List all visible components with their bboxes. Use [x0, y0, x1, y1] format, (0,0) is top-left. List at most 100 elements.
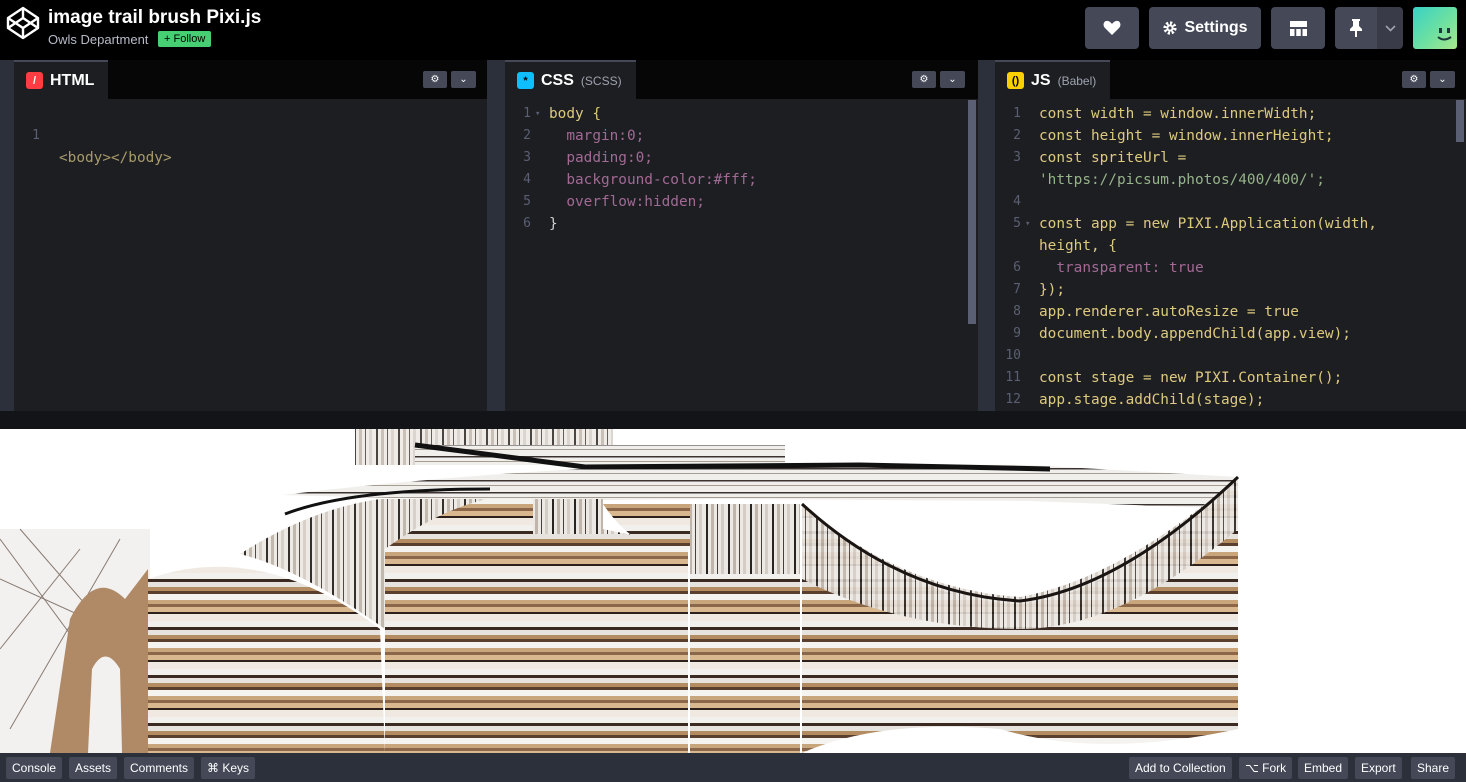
code-text: app.stage.addChild(stage); [1039, 392, 1265, 408]
pixi-canvas-render [0, 429, 1240, 753]
line-number: 10 [1005, 348, 1021, 363]
html-editor-pane: / HTML ⚙ ⌄ 1 <body></body> [14, 60, 487, 411]
line-number: 11 [1005, 370, 1021, 385]
embed-button[interactable]: Embed [1298, 757, 1349, 779]
line-number: 2 [523, 128, 531, 143]
js-braces-icon: () [1007, 72, 1024, 89]
line-number: 6 [1013, 260, 1021, 275]
keys-button[interactable]: ⌘ Keys [201, 757, 256, 779]
code-text: transparent: true [1039, 260, 1204, 276]
line-number: 12 [1005, 392, 1021, 407]
fork-button[interactable]: ⌥ Fork [1239, 757, 1293, 779]
chevron-down-icon: ⌄ [948, 74, 957, 85]
js-tab-label: JS [1031, 71, 1051, 89]
code-text: const height = window.innerHeight; [1039, 128, 1334, 144]
js-code[interactable]: 1 const width = window.innerWidth; 2 const … [995, 99, 1466, 411]
preview-output[interactable] [0, 429, 1466, 753]
code-text: margin:0; [549, 128, 645, 144]
codepen-logo-icon[interactable] [6, 6, 40, 40]
html-slash-icon: / [26, 72, 43, 89]
line-number: 5 [1013, 216, 1021, 231]
avatar-face-icon [1437, 28, 1452, 41]
code-text: const spriteUrl = [1039, 150, 1187, 166]
js-scrollbar[interactable] [1456, 100, 1464, 142]
js-pane-header: () JS (Babel) ⚙ ⌄ [995, 60, 1466, 99]
code-text: 'https://picsum.photos/400/400/'; [1039, 172, 1325, 188]
css-tab-label: CSS [541, 71, 574, 89]
author-name[interactable]: Owls Department [48, 32, 148, 47]
chevron-down-icon: ⌄ [459, 74, 468, 85]
line-number: 1 [1013, 106, 1021, 121]
settings-button[interactable]: Settings [1149, 7, 1261, 49]
js-settings-button[interactable]: ⚙ [1402, 71, 1426, 88]
user-avatar[interactable] [1413, 7, 1457, 49]
fold-arrow-icon[interactable]: ▾ [1025, 213, 1030, 235]
gear-icon: ⚙ [919, 74, 929, 85]
line-number: 6 [523, 216, 531, 231]
chevron-down-icon [1384, 24, 1396, 32]
change-view-button[interactable] [1271, 7, 1325, 49]
follow-button[interactable]: + Follow [158, 31, 212, 47]
html-tab-label: HTML [50, 71, 95, 89]
html-pane-header: / HTML ⚙ ⌄ [14, 60, 487, 99]
line-number: 2 [1013, 128, 1021, 143]
app-header: image trail brush Pixi.js Owls Departmen… [0, 0, 1466, 60]
tab-html[interactable]: / HTML [14, 60, 109, 99]
css-code[interactable]: 1 ▾ body { 2 margin:0; 3 padding:0; 4 back… [505, 99, 978, 411]
heart-icon [1103, 20, 1121, 35]
settings-label: Settings [1184, 19, 1248, 36]
add-to-collection-button[interactable]: Add to Collection [1129, 757, 1232, 779]
code-line: 1 <body></body> [14, 103, 171, 166]
line-number: 4 [1013, 194, 1021, 209]
pin-icon [1350, 19, 1362, 37]
line-number: 9 [1013, 326, 1021, 341]
css-pane-header: * CSS (SCSS) ⚙ ⌄ [505, 60, 978, 99]
line-number: 8 [1013, 304, 1021, 319]
css-settings-button[interactable]: ⚙ [912, 71, 936, 88]
code-text: }); [1039, 282, 1065, 298]
css-scrollbar[interactable] [968, 100, 976, 324]
resize-divider[interactable] [0, 411, 1466, 429]
gear-icon: ⚙ [430, 74, 440, 85]
comments-button[interactable]: Comments [124, 757, 195, 779]
pen-title[interactable]: image trail brush Pixi.js [48, 7, 261, 29]
layout-grid-icon [1289, 20, 1307, 36]
export-button[interactable]: Export [1355, 757, 1402, 779]
html-settings-button[interactable]: ⚙ [423, 71, 447, 88]
code-text: body { [549, 106, 601, 122]
pin-dropdown-button[interactable] [1377, 7, 1403, 49]
line-number: 5 [523, 194, 531, 209]
assets-button[interactable]: Assets [69, 757, 118, 779]
code-text: const stage = new PIXI.Container(); [1039, 370, 1343, 386]
css-editor-pane: * CSS (SCSS) ⚙ ⌄ 1 ▾ body { 2 margin:0; 3 … [505, 60, 978, 411]
html-code[interactable]: 1 <body></body> [14, 99, 487, 411]
code-text: background-color:#fff; [549, 172, 757, 188]
code-text: padding:0; [549, 150, 653, 166]
css-tab-preprocessor: (SCSS) [580, 73, 622, 88]
code-text: app.renderer.autoResize = true [1039, 304, 1299, 320]
code-text: <body></body> [59, 150, 172, 166]
bottom-toolbar: Console Assets Comments ⌘ Keys Add to Co… [0, 753, 1466, 782]
fold-arrow-icon[interactable]: ▾ [535, 103, 540, 125]
pin-button[interactable] [1335, 7, 1377, 49]
line-number: 3 [523, 150, 531, 165]
line-number: 4 [523, 172, 531, 187]
line-number: 7 [1013, 282, 1021, 297]
html-collapse-button[interactable]: ⌄ [451, 71, 476, 88]
code-text: const width = window.innerWidth; [1039, 106, 1317, 122]
code-text: const app = new PIXI.Application(width, [1039, 216, 1377, 232]
console-button[interactable]: Console [6, 757, 63, 779]
editor-area: / HTML ⚙ ⌄ 1 <body></body> * CSS (SCSS) … [0, 60, 1466, 411]
js-editor-pane: () JS (Babel) ⚙ ⌄ 1 const width = window.… [995, 60, 1466, 411]
tab-js[interactable]: () JS (Babel) [995, 60, 1111, 99]
js-tab-preprocessor: (Babel) [1057, 73, 1097, 88]
code-text: } [549, 216, 558, 232]
tab-css[interactable]: * CSS (SCSS) [505, 60, 636, 99]
js-collapse-button[interactable]: ⌄ [1430, 71, 1455, 88]
chevron-down-icon: ⌄ [1438, 74, 1447, 85]
like-button[interactable] [1085, 7, 1139, 49]
share-button[interactable]: Share [1411, 757, 1456, 779]
css-collapse-button[interactable]: ⌄ [940, 71, 965, 88]
line-number: 3 [1013, 150, 1021, 165]
code-text: document.body.appendChild(app.view); [1039, 326, 1351, 342]
